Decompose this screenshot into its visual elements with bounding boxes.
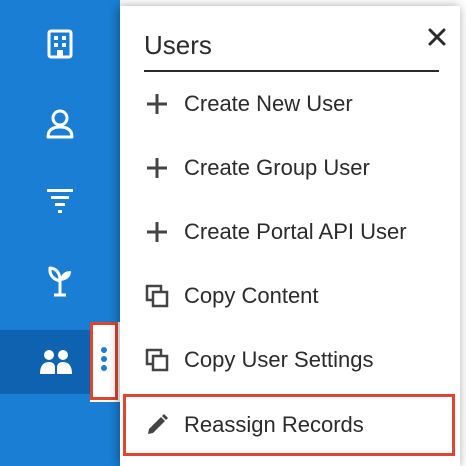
sprout-icon <box>42 262 78 298</box>
panel-header: Users <box>144 20 439 72</box>
plus-icon <box>144 219 170 245</box>
menu-item-label: Copy Content <box>184 283 319 308</box>
menu-item-copy-user-settings[interactable]: Copy User Settings <box>120 328 460 392</box>
nav-item-users[interactable] <box>0 330 90 394</box>
plus-icon <box>144 91 170 117</box>
menu-item-create-new-user[interactable]: Create New User <box>120 72 460 136</box>
nav-item-leads[interactable] <box>0 168 120 232</box>
pencil-icon <box>144 412 170 438</box>
contact-icon <box>42 106 78 142</box>
filter-icon <box>42 182 78 218</box>
menu-item-reassign-records[interactable]: Reassign Records <box>123 394 455 456</box>
building-icon <box>42 26 78 62</box>
menu-item-label: Create Group User <box>184 155 370 180</box>
vertical-ellipsis-icon <box>100 346 108 377</box>
copy-icon <box>144 347 170 373</box>
menu-item-create-portal-api-user[interactable]: Create Portal API User <box>120 200 460 264</box>
menu-item-create-group-user[interactable]: Create Group User <box>120 136 460 200</box>
close-button[interactable] <box>422 24 452 54</box>
menu-item-label: Create New User <box>184 91 353 116</box>
plus-icon <box>144 155 170 181</box>
menu-item-label: Create Portal API User <box>184 219 407 244</box>
more-options-button[interactable] <box>90 322 118 400</box>
menu-item-copy-content[interactable]: Copy Content <box>120 264 460 328</box>
users-menu-panel: Users Create New User Create Group User … <box>120 6 460 466</box>
menu-item-label: Copy User Settings <box>184 347 374 372</box>
menu-item-label: Reassign Records <box>184 412 364 437</box>
nav-item-opportunities[interactable] <box>0 248 120 312</box>
copy-icon <box>144 283 170 309</box>
users-icon <box>38 344 74 380</box>
panel-title: Users <box>144 30 212 60</box>
nav-item-contacts[interactable] <box>0 92 120 156</box>
close-icon <box>427 27 447 52</box>
nav-item-accounts[interactable] <box>0 12 120 76</box>
